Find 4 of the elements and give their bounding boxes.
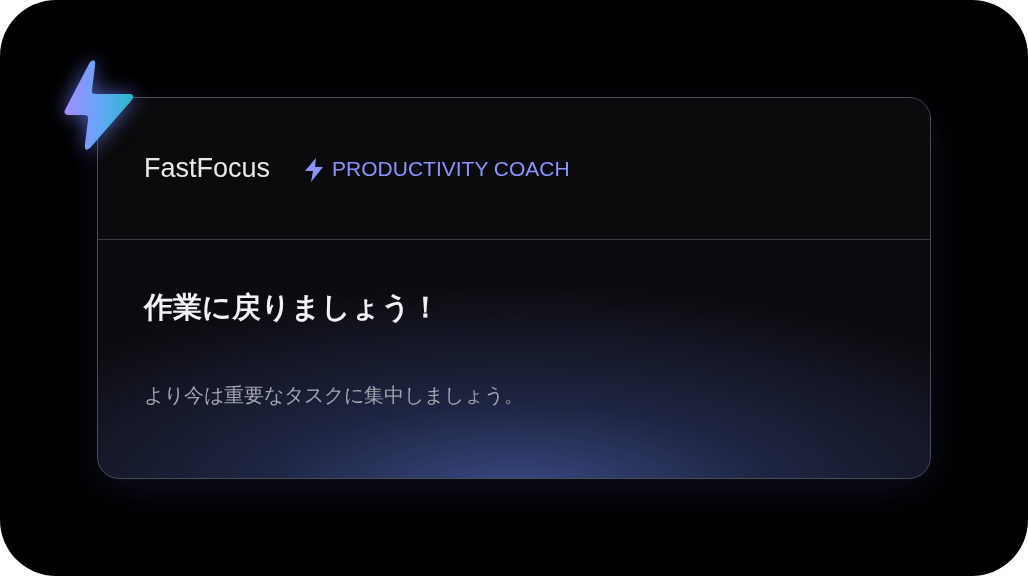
tagline: PRODUCTIVITY COACH [332,156,570,181]
notification-message: より今は重要なタスクに集中しましょう。 [144,382,525,409]
notification-title: 作業に戻りましょう！ [144,289,441,326]
app-name: FastFocus [144,153,271,184]
